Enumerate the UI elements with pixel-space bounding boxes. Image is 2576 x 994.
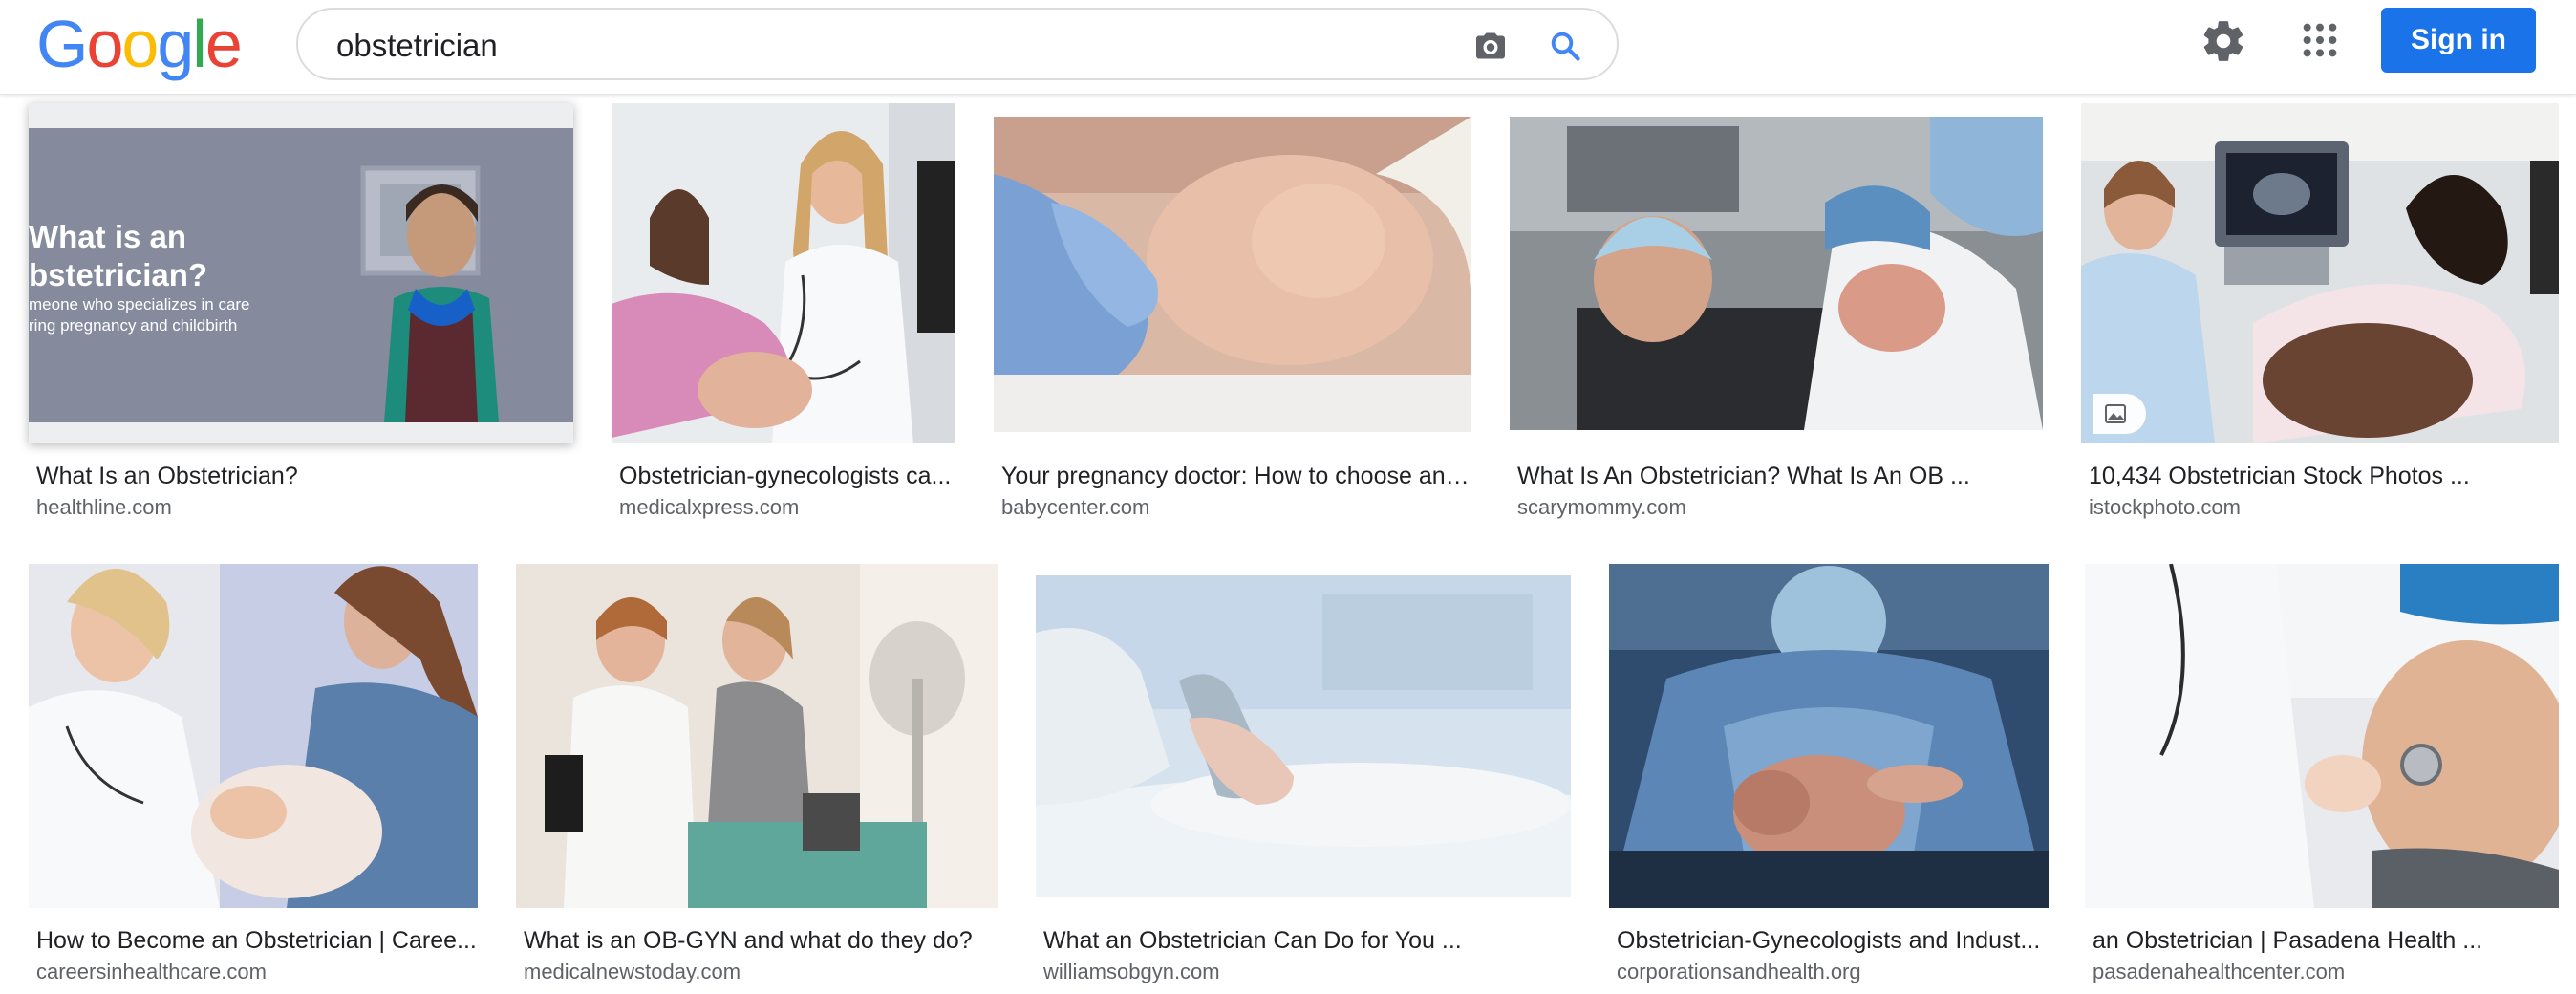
header-bar: Google obstetrician Sign in <box>0 0 2576 95</box>
result-thumbnail[interactable] <box>2081 103 2559 443</box>
search-input[interactable] <box>336 27 1435 65</box>
image-result[interactable]: What Is An Obstetrician? What Is An OB .… <box>1510 103 2043 524</box>
result-title[interactable]: an Obstetrician | Pasadena Health ... <box>2093 927 2559 955</box>
result-title[interactable]: What Is An Obstetrician? What Is An OB .… <box>1517 463 2043 490</box>
search-icon[interactable] <box>1548 29 1582 68</box>
image-result[interactable]: What is an OB-GYN and what do they do? m… <box>516 564 998 994</box>
result-source[interactable]: pasadenahealthcenter.com <box>2093 960 2559 984</box>
result-source[interactable]: corporationsandhealth.org <box>1617 960 2049 984</box>
result-title[interactable]: How to Become an Obstetrician | Caree... <box>36 927 478 955</box>
image-result[interactable]: Obstetrician-gynecologists ca... medical… <box>612 103 955 524</box>
result-thumbnail[interactable] <box>2085 564 2559 908</box>
logo-letter: e <box>204 7 243 81</box>
image-result[interactable]: How to Become an Obstetrician | Caree...… <box>29 564 478 994</box>
apps-grid-icon[interactable] <box>2301 21 2339 64</box>
logo-letter: o <box>121 7 159 81</box>
logo-letter: G <box>36 7 88 81</box>
result-title[interactable]: Your pregnancy doctor: How to choose an … <box>1001 463 1471 490</box>
result-source[interactable]: healthline.com <box>36 495 571 520</box>
result-title[interactable]: What is an OB-GYN and what do they do? <box>524 927 998 955</box>
result-source[interactable]: istockphoto.com <box>2089 495 2559 520</box>
logo-letter: g <box>157 7 194 81</box>
image-icon <box>2093 394 2146 434</box>
result-title[interactable]: What Is an Obstetrician? <box>36 463 571 490</box>
result-source[interactable]: babycenter.com <box>1001 495 1471 520</box>
camera-icon[interactable] <box>1473 29 1508 68</box>
image-result[interactable]: 10,434 Obstetrician Stock Photos ... ist… <box>2081 103 2559 524</box>
logo-letter: o <box>86 7 123 81</box>
result-thumbnail[interactable] <box>994 117 1471 432</box>
image-result[interactable]: What is an bstetrician? meone who specia… <box>29 103 573 524</box>
result-title[interactable]: What an Obstetrician Can Do for You ... <box>1043 927 1571 955</box>
thumbnail-caption: bstetrician? <box>29 257 208 292</box>
thumbnail-caption: ring pregnancy and childbirth <box>29 316 238 335</box>
result-title[interactable]: Obstetrician-Gynecologists and Indust... <box>1617 927 2049 955</box>
logo-letter: l <box>192 7 207 81</box>
result-source[interactable]: medicalxpress.com <box>619 495 955 520</box>
result-thumbnail[interactable] <box>29 564 478 908</box>
result-title[interactable]: Obstetrician-gynecologists ca... <box>619 463 955 490</box>
image-result[interactable]: What an Obstetrician Can Do for You ... … <box>1036 564 1571 994</box>
result-thumbnail[interactable]: What is an bstetrician? meone who specia… <box>29 103 573 443</box>
image-result[interactable]: an Obstetrician | Pasadena Health ... pa… <box>2085 564 2559 994</box>
gear-icon[interactable] <box>2200 17 2247 70</box>
search-box <box>296 8 1619 80</box>
result-thumbnail[interactable] <box>1036 575 1571 897</box>
result-source[interactable]: medicalnewstoday.com <box>524 960 998 984</box>
google-images-page: Google obstetrician Sign in What is an b… <box>0 0 2576 994</box>
image-result[interactable]: Your pregnancy doctor: How to choose an … <box>994 103 1471 524</box>
result-source[interactable]: williamsobgyn.com <box>1043 960 1571 984</box>
sign-in-button[interactable]: Sign in <box>2381 8 2536 73</box>
result-thumbnail[interactable] <box>1510 117 2043 430</box>
thumbnail-caption: What is an <box>29 219 187 254</box>
thumbnail-caption: meone who specializes in care <box>29 295 250 313</box>
result-thumbnail[interactable] <box>612 103 955 443</box>
image-result[interactable]: Obstetrician-Gynecologists and Indust...… <box>1609 564 2049 994</box>
result-thumbnail[interactable] <box>1609 564 2049 908</box>
google-logo[interactable]: Google <box>36 6 243 82</box>
result-source[interactable]: scarymommy.com <box>1517 495 2043 520</box>
result-source[interactable]: careersinhealthcare.com <box>36 960 478 984</box>
result-thumbnail[interactable] <box>516 564 998 908</box>
result-title[interactable]: 10,434 Obstetrician Stock Photos ... <box>2089 463 2559 490</box>
